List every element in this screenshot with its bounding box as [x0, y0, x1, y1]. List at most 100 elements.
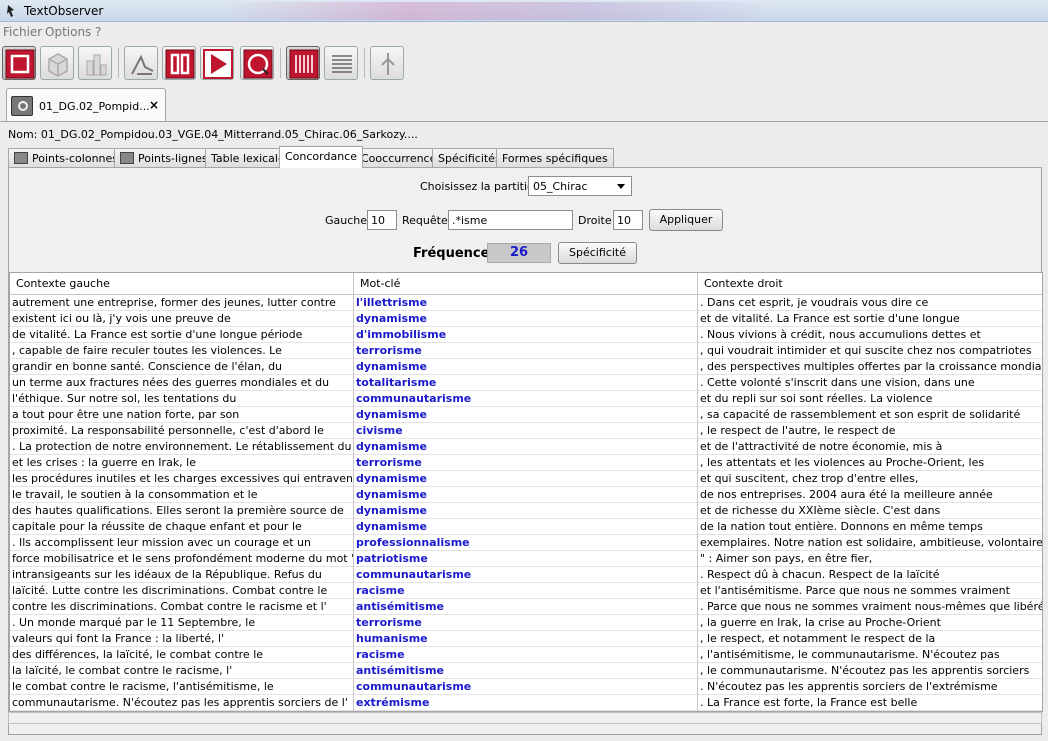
- table-row[interactable]: contre les discriminations. Combat contr…: [10, 599, 1043, 615]
- menu-fichier[interactable]: Fichier: [3, 25, 42, 39]
- close-icon[interactable]: ×: [149, 98, 159, 112]
- cell-mot-cle: dynamisme: [354, 311, 698, 327]
- cell-mot-cle: dynamisme: [354, 471, 698, 487]
- partition-select[interactable]: 05_Chirac: [528, 176, 632, 196]
- table-row[interactable]: le travail, le soutien à la consommation…: [10, 487, 1042, 503]
- cell-contexte-droit: de nos entreprises. 2004 aura été la mei…: [700, 488, 993, 501]
- table-row[interactable]: le combat contre le racisme, l'antisémit…: [10, 679, 1042, 695]
- cell-contexte-droit: , l'antisémitisme, le communautarisme. N…: [700, 648, 1000, 661]
- tab-formes-specifiques[interactable]: Formes spécifiques: [496, 148, 614, 167]
- cell-contexte-gauche: et les crises : la guerre en Irak, le: [10, 455, 354, 471]
- cell-mot-cle: racisme: [354, 647, 698, 663]
- cell-contexte-droit: , des perspectives multiples offertes pa…: [700, 360, 1043, 373]
- table-row[interactable]: autrement une entreprise, former des jeu…: [10, 295, 1042, 311]
- droite-label: Droite: [578, 214, 612, 227]
- table-row[interactable]: , capable de faire reculer toutes les vi…: [10, 343, 1042, 359]
- cell-contexte-droit: , les attentats et les violences au Proc…: [700, 456, 985, 469]
- tab-table-lexicale[interactable]: Table lexicale: [205, 148, 291, 167]
- tab-cooccurrence[interactable]: Cooccurrence: [355, 148, 443, 167]
- column-header-mot-cle[interactable]: Mot-clé: [354, 273, 698, 295]
- table-row[interactable]: capitale pour la réussite de chaque enfa…: [10, 519, 1042, 535]
- pause-button[interactable]: [162, 46, 196, 80]
- gauche-input[interactable]: [367, 210, 397, 230]
- cell-contexte-droit: . Nous vivions à crédit, nous accumulion…: [700, 328, 981, 341]
- cell-contexte-droit: . Respect dû à chacun. Respect de la laï…: [700, 568, 940, 581]
- table-row[interactable]: proximité. La responsabilité personnelle…: [10, 423, 1042, 439]
- toolbar-separator: [364, 48, 365, 78]
- cell-mot-cle: terrorisme: [354, 455, 698, 471]
- tab-concordance[interactable]: Concordance: [279, 146, 363, 168]
- tool-button[interactable]: [370, 46, 404, 80]
- tab-label: Spécificités: [438, 152, 501, 165]
- table-row[interactable]: grandir en bonne santé. Conscience de l'…: [10, 359, 1043, 375]
- column-header-contexte-gauche[interactable]: Contexte gauche: [10, 273, 354, 295]
- document-tab-label: 01_DG.02_Pompid...: [39, 100, 150, 113]
- cell-contexte-droit: . Cette volonté s'inscrit dans une visio…: [700, 376, 975, 389]
- table-row[interactable]: de vitalité. La France est sortie d'une …: [10, 327, 1042, 343]
- table-row[interactable]: la laïcité, le combat contre le racisme,…: [10, 663, 1042, 679]
- tab-label: Formes spécifiques: [502, 152, 608, 165]
- cell-contexte-droit: . Parce que nous ne sommes vraiment nous…: [700, 600, 1043, 613]
- table-row[interactable]: force mobilisatrice et le sens profondém…: [10, 551, 1042, 567]
- tab-label: Table lexicale: [211, 152, 285, 165]
- table-row[interactable]: valeurs qui font la France : la liberté,…: [10, 631, 1042, 647]
- cell-mot-cle: humanisme: [354, 631, 698, 647]
- cell-contexte-gauche: existent ici ou là, j'y vois une preuve …: [10, 311, 354, 327]
- app-icon: [7, 5, 14, 17]
- cell-contexte-gauche: des hautes qualifications. Elles seront …: [10, 503, 354, 519]
- table-row[interactable]: les procédures inutiles et les charges e…: [10, 471, 1042, 487]
- cell-contexte-droit: et du repli sur soi sont réelles. La vio…: [700, 392, 933, 405]
- menu-help[interactable]: ?: [95, 25, 101, 39]
- cell-contexte-droit: , le respect, et notamment le respect de…: [700, 632, 936, 645]
- lines-button[interactable]: [324, 46, 358, 80]
- tab-points-lignes[interactable]: Points-lignes: [114, 148, 214, 167]
- menu-options[interactable]: Options: [45, 25, 91, 39]
- partition-label: Choisissez la partition: [420, 180, 541, 193]
- table-row[interactable]: a tout pour être une nation forte, par s…: [10, 407, 1042, 423]
- tab-points-colonnes[interactable]: Points-colonnes: [8, 148, 125, 167]
- document-tab[interactable]: 01_DG.02_Pompid... ×: [6, 88, 166, 122]
- table-row[interactable]: . Un monde marqué par le 11 Septembre, l…: [10, 615, 1042, 631]
- graph-icon: [131, 54, 154, 75]
- cell-contexte-gauche: les procédures inutiles et les charges e…: [12, 471, 354, 487]
- table-row[interactable]: . Ils accomplissent leur mission avec un…: [10, 535, 1042, 551]
- column-header-contexte-droit[interactable]: Contexte droit: [698, 273, 1042, 295]
- cube-button[interactable]: [40, 46, 74, 80]
- cell-contexte-gauche: communautarisme. N'écoutez pas les appre…: [10, 695, 354, 711]
- table-row[interactable]: existent ici ou là, j'y vois une preuve …: [10, 311, 1042, 327]
- requete-input[interactable]: [448, 210, 573, 230]
- cell-contexte-droit: . Dans cet esprit, je voudrais vous dire…: [700, 296, 929, 309]
- table-row[interactable]: des différences, la laïcité, le combat c…: [10, 647, 1042, 663]
- cell-contexte-gauche: le combat contre le racisme, l'antisémit…: [10, 679, 354, 695]
- stop-button[interactable]: [2, 46, 36, 80]
- play-button[interactable]: [200, 46, 234, 80]
- cell-contexte-gauche: . Un monde marqué par le 11 Septembre, l…: [10, 615, 354, 631]
- table-row[interactable]: intransigeants sur les idéaux de la Répu…: [10, 567, 1042, 583]
- table-row[interactable]: des hautes qualifications. Elles seront …: [10, 503, 1042, 519]
- gauche-label: Gauche: [325, 214, 368, 227]
- cell-contexte-droit: et de richesse du XXIème siècle. C'est d…: [700, 504, 941, 517]
- cell-contexte-gauche: force mobilisatrice et le sens profondém…: [12, 551, 354, 567]
- horizontal-scrollbar[interactable]: [8, 712, 1042, 724]
- graph-button[interactable]: [124, 46, 158, 80]
- cell-mot-cle: dynamisme: [354, 439, 698, 455]
- chevron-down-icon: [617, 184, 625, 189]
- table-row[interactable]: l'éthique. Sur notre sol, les tentations…: [10, 391, 1042, 407]
- cell-contexte-droit: , la guerre en Irak, la crise au Proche-…: [700, 616, 941, 629]
- cell-contexte-droit: , le respect de l'autre, le respect de: [700, 424, 896, 437]
- chart-button[interactable]: [78, 46, 112, 80]
- table-row[interactable]: communautarisme. N'écoutez pas les appre…: [10, 695, 1042, 711]
- table-row[interactable]: laïcité. Lutte contre les discrimination…: [10, 583, 1042, 599]
- table-row[interactable]: . La protection de notre environnement. …: [10, 439, 1042, 455]
- appliquer-button[interactable]: Appliquer: [649, 209, 723, 231]
- table-row[interactable]: et les crises : la guerre en Irak, le ter…: [10, 455, 1042, 471]
- table-row[interactable]: un terme aux fractures nées des guerres …: [10, 375, 1042, 391]
- record-button[interactable]: [240, 46, 274, 80]
- droite-input[interactable]: [613, 210, 643, 230]
- lines-icon: [120, 152, 134, 164]
- specificite-button[interactable]: Spécificité: [558, 242, 637, 264]
- lines-icon: [332, 55, 352, 73]
- cell-contexte-gauche: . Ils accomplissent leur mission avec un…: [10, 535, 354, 551]
- columns-button[interactable]: [286, 46, 320, 80]
- cell-mot-cle: communautarisme: [354, 391, 698, 407]
